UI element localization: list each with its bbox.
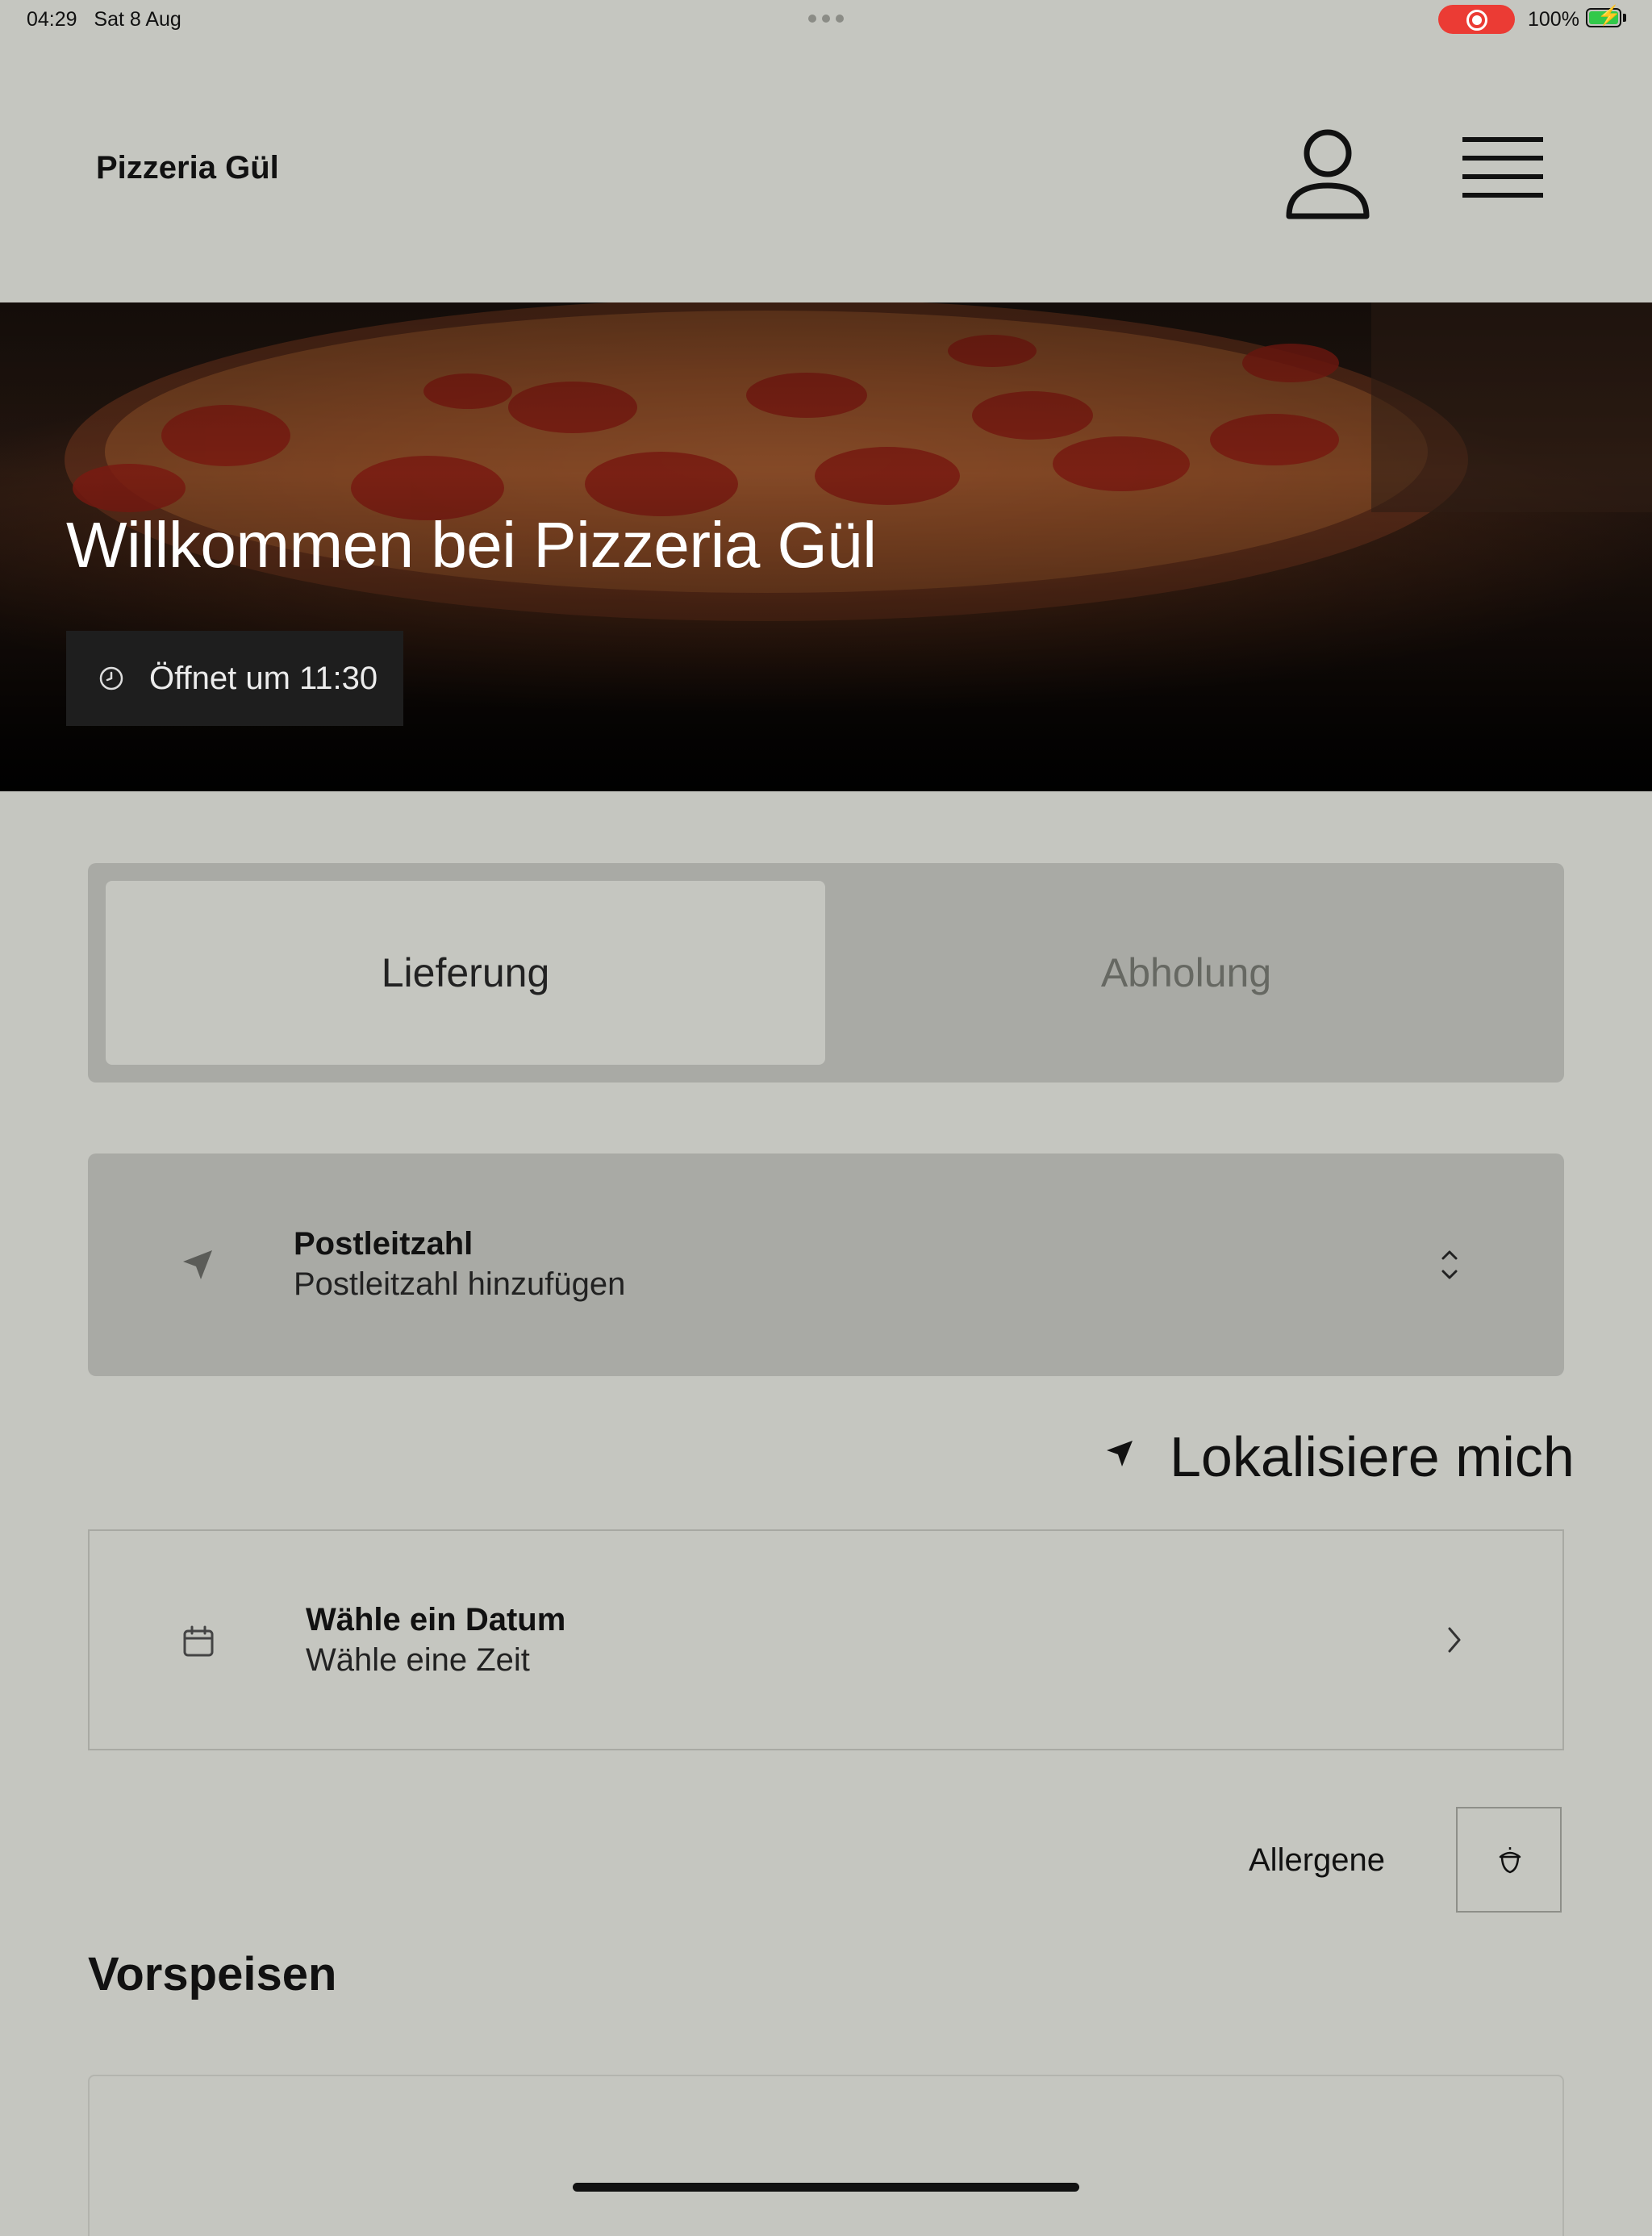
battery-charging-icon: ⚡ [1586,6,1621,27]
section-title-starters: Vorspeisen [88,1948,337,2000]
locate-me-label: Lokalisiere mich [1170,1425,1575,1488]
allergens-label: Allergene [1249,1842,1386,1878]
multitasking-dots-icon[interactable] [808,15,844,23]
home-indicator[interactable] [573,2183,1079,2192]
menu-item-card[interactable] [88,2075,1564,2236]
user-account-button[interactable] [1283,121,1373,226]
schedule-title: Wähle ein Datum [306,1602,566,1637]
chevron-right-icon [1448,1627,1461,1653]
calendar-icon [183,1625,214,1657]
brand-name[interactable]: Pizzeria Gül [96,150,279,186]
status-bar: 04:29 Sat 8 Aug 100% ⚡ [0,0,1652,40]
order-mode-toggle: Lieferung Abholung [88,863,1564,1083]
location-arrow-icon [1107,1441,1133,1466]
postcode-selector[interactable]: Postleitzahl Postleitzahl hinzufügen [88,1153,1564,1376]
schedule-subtitle: Wähle eine Zeit [306,1642,530,1678]
locate-me-button[interactable]: Lokalisiere mich [1103,1420,1575,1488]
battery-percent: 100% [1528,8,1579,31]
clock-icon [99,666,123,690]
chevron-up-down-icon [1441,1250,1458,1279]
schedule-selector[interactable]: Wähle ein Datum Wähle eine Zeit [88,1529,1564,1750]
postcode-title: Postleitzahl [294,1226,473,1262]
allergens-button[interactable] [1456,1807,1562,1913]
welcome-title: Willkommen bei Pizzeria Gül [66,509,877,581]
location-arrow-icon [183,1250,212,1279]
acorn-icon [1499,1847,1521,1874]
hamburger-menu-icon [1462,137,1543,198]
tab-delivery[interactable]: Lieferung [106,881,825,1065]
postcode-placeholder: Postleitzahl hinzufügen [294,1266,626,1302]
user-icon [1286,129,1370,219]
status-time: 04:29 Sat 8 Aug [27,8,181,31]
screen-recording-indicator[interactable] [1438,5,1515,34]
tab-pickup[interactable]: Abholung [826,881,1546,1065]
hero-banner: Willkommen bei Pizzeria Gül Öffnet um 11… [0,302,1652,791]
opening-hours-text: Öffnet um 11:30 [149,661,378,696]
menu-button[interactable] [1452,129,1555,210]
opening-hours-badge: Öffnet um 11:30 [66,631,403,726]
